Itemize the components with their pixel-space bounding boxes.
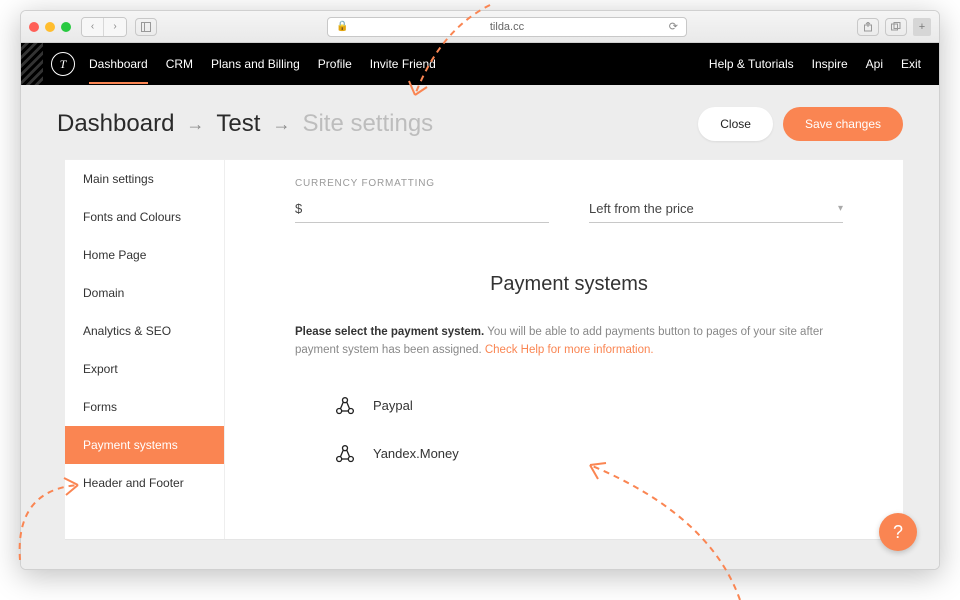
chevron-down-icon: ▾ bbox=[838, 203, 843, 214]
connector-icon bbox=[335, 444, 355, 464]
connector-icon bbox=[335, 396, 355, 416]
nav-dashboard[interactable]: Dashboard bbox=[89, 57, 148, 71]
crumb-project[interactable]: Test bbox=[216, 110, 260, 138]
browser-chrome: ‹ › 🔒 tilda.cc ⟳ + bbox=[21, 11, 939, 43]
help-link[interactable]: Check Help for more information. bbox=[485, 344, 654, 356]
maximize-window-icon[interactable] bbox=[61, 22, 71, 32]
forward-button[interactable]: › bbox=[104, 18, 126, 36]
sidebar-item-analytics[interactable]: Analytics & SEO bbox=[65, 312, 224, 350]
back-button[interactable]: ‹ bbox=[82, 18, 104, 36]
sidebar-item-domain[interactable]: Domain bbox=[65, 274, 224, 312]
minimize-window-icon[interactable] bbox=[45, 22, 55, 32]
sidebar-item-header-footer[interactable]: Header and Footer bbox=[65, 464, 224, 502]
sidebar-item-home[interactable]: Home Page bbox=[65, 236, 224, 274]
sidebar-item-fonts[interactable]: Fonts and Colours bbox=[65, 198, 224, 236]
sidebar-toggle-button[interactable] bbox=[135, 18, 157, 36]
crumb-dashboard[interactable]: Dashboard bbox=[57, 110, 174, 138]
currency-symbol-input[interactable]: $ bbox=[295, 195, 549, 223]
sidebar-item-export[interactable]: Export bbox=[65, 350, 224, 388]
breadcrumb: Dashboard → Test → Site settings bbox=[57, 110, 433, 138]
close-window-icon[interactable] bbox=[29, 22, 39, 32]
nav-exit[interactable]: Exit bbox=[901, 57, 921, 71]
currency-position-select[interactable]: Left from the price ▾ bbox=[589, 195, 843, 223]
close-button[interactable]: Close bbox=[698, 107, 773, 141]
payment-option-paypal[interactable]: Paypal bbox=[295, 390, 843, 438]
sidebar-item-forms[interactable]: Forms bbox=[65, 388, 224, 426]
nav-api[interactable]: Api bbox=[866, 57, 883, 71]
arrow-icon: → bbox=[186, 114, 204, 135]
save-button[interactable]: Save changes bbox=[783, 107, 903, 141]
crumb-current: Site settings bbox=[302, 110, 433, 138]
share-button[interactable] bbox=[857, 18, 879, 36]
nav-help[interactable]: Help & Tutorials bbox=[709, 57, 794, 71]
reload-icon[interactable]: ⟳ bbox=[669, 20, 678, 33]
logo-icon[interactable]: T bbox=[51, 52, 75, 76]
currency-label: CURRENCY FORMATTING bbox=[295, 178, 843, 189]
tabs-button[interactable] bbox=[885, 18, 907, 36]
nav-inspire[interactable]: Inspire bbox=[812, 57, 848, 71]
settings-sidebar: Main settings Fonts and Colours Home Pag… bbox=[65, 160, 225, 539]
brand-pattern bbox=[21, 43, 43, 85]
nav-crm[interactable]: CRM bbox=[166, 57, 193, 71]
payment-description: Please select the payment system. You wi… bbox=[295, 324, 843, 360]
nav-back-forward: ‹ › bbox=[81, 17, 127, 37]
lock-icon: 🔒 bbox=[336, 21, 348, 32]
sidebar-item-main[interactable]: Main settings bbox=[65, 160, 224, 198]
page-body: Dashboard → Test → Site settings Close S… bbox=[21, 85, 939, 569]
nav-profile[interactable]: Profile bbox=[318, 57, 352, 71]
address-bar[interactable]: 🔒 tilda.cc ⟳ bbox=[327, 17, 687, 37]
help-fab[interactable]: ? bbox=[879, 513, 917, 551]
settings-content: CURRENCY FORMATTING $ Left from the pric… bbox=[225, 160, 903, 539]
nav-invite[interactable]: Invite Friend bbox=[370, 57, 436, 71]
url-text: tilda.cc bbox=[490, 21, 524, 33]
payment-systems-heading: Payment systems bbox=[295, 273, 843, 296]
new-tab-button[interactable]: + bbox=[913, 18, 931, 36]
sidebar-item-payment[interactable]: Payment systems bbox=[65, 426, 224, 464]
nav-plans[interactable]: Plans and Billing bbox=[211, 57, 300, 71]
payment-option-yandex[interactable]: Yandex.Money bbox=[295, 438, 843, 486]
top-nav: T Dashboard CRM Plans and Billing Profil… bbox=[21, 43, 939, 85]
arrow-icon: → bbox=[272, 114, 290, 135]
window-controls bbox=[29, 22, 71, 32]
